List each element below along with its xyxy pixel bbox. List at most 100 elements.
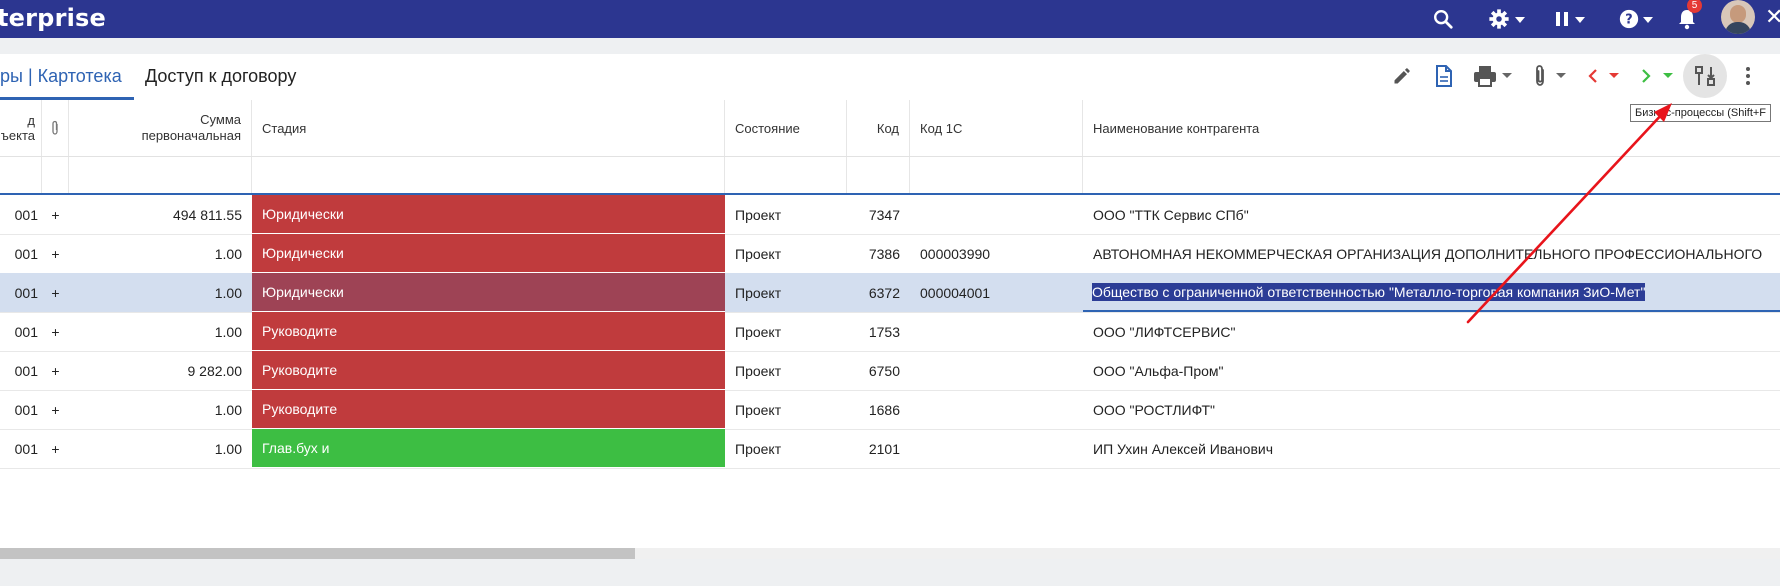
selected-text[interactable]: Общество с ограниченной ответственностью… xyxy=(1092,282,1646,301)
filter-cell[interactable] xyxy=(69,157,252,193)
cell-id: 001 xyxy=(14,206,38,223)
prev-caret-icon[interactable] xyxy=(1609,73,1619,78)
cell-code1c: 000003990 xyxy=(920,245,991,262)
cell-code1c xyxy=(910,312,1083,351)
column-header-code[interactable]: Код xyxy=(847,100,910,156)
svg-text:?: ? xyxy=(1625,13,1632,28)
top-app-bar: terprise ? 5 ✕ xyxy=(0,0,1780,38)
attach-button[interactable] xyxy=(1527,54,1553,98)
table-row[interactable]: 001 + 9 282.00 Руководите Проект 6750 ОО… xyxy=(0,351,1780,391)
filter-cell[interactable] xyxy=(0,157,42,193)
search-button[interactable] xyxy=(1428,0,1458,38)
filter-cell[interactable] xyxy=(252,157,725,193)
cell-sum: 1.00 xyxy=(214,245,242,262)
filter-cell[interactable] xyxy=(42,157,69,193)
edit-button[interactable] xyxy=(1389,54,1415,98)
footer-spacer xyxy=(0,559,1780,586)
table-row[interactable]: 001 + 1.00 Юридически Проект 7386 000003… xyxy=(0,234,1780,274)
cell-code1c xyxy=(910,429,1083,468)
filter-cell[interactable] xyxy=(1083,157,1780,193)
horizontal-scrollbar[interactable] xyxy=(0,548,1780,559)
table-row[interactable]: 001 + 1.00 Руководите Проект 1753 ООО "Л… xyxy=(0,312,1780,352)
toolbar-spacer xyxy=(0,38,1780,54)
brand-logo: terprise xyxy=(0,4,106,32)
cell-code1c xyxy=(910,195,1083,234)
help-caret-icon[interactable] xyxy=(1643,17,1653,23)
business-processes-button[interactable] xyxy=(1683,54,1727,98)
cell-stage: Юридически xyxy=(252,195,725,234)
cell-id: 001 xyxy=(14,323,38,340)
column-header-state[interactable]: Состояние xyxy=(725,100,847,156)
cell-id: 001 xyxy=(14,401,38,418)
pause-caret-icon[interactable] xyxy=(1575,17,1585,23)
filter-cell[interactable] xyxy=(725,157,847,193)
cell-attachment: + xyxy=(51,245,60,262)
more-button[interactable] xyxy=(1738,54,1758,98)
table-row-selected[interactable]: 001 + 1.00 Юридически Проект 6372 000004… xyxy=(0,273,1780,313)
help-button[interactable]: ? xyxy=(1616,0,1642,38)
cell-counterparty: ООО "ТТК Сервис СПб" xyxy=(1093,206,1249,223)
cell-code: 6372 xyxy=(868,284,900,301)
attach-caret-icon[interactable] xyxy=(1556,73,1566,78)
cell-state: Проект xyxy=(735,362,782,379)
prev-button[interactable] xyxy=(1584,54,1602,98)
column-header-stage[interactable]: Стадия xyxy=(252,100,725,156)
scrollbar-thumb[interactable] xyxy=(0,548,635,559)
next-caret-icon[interactable] xyxy=(1663,73,1673,78)
cell-state: Проект xyxy=(735,323,782,340)
next-button[interactable] xyxy=(1637,54,1655,98)
cell-stage: Юридически xyxy=(252,273,725,312)
flowchart-icon xyxy=(1695,66,1715,86)
pause-button[interactable] xyxy=(1552,0,1572,38)
more-vertical-icon xyxy=(1746,67,1750,85)
cell-state: Проект xyxy=(735,245,782,262)
cell-code1c: 000004001 xyxy=(920,284,991,301)
settings-button[interactable] xyxy=(1484,0,1514,38)
table-row[interactable]: 001 + 1.00 Глав.бух и Проект 2101 ИП Ухи… xyxy=(0,429,1780,469)
cell-counterparty: ИП Ухин Алексей Иванович xyxy=(1093,440,1273,457)
column-header-sum[interactable]: Сумма первоначальная xyxy=(69,100,252,156)
filter-cell[interactable] xyxy=(910,157,1083,193)
cell-counterparty: ООО "РОСТЛИФТ" xyxy=(1093,401,1215,418)
printer-icon xyxy=(1474,66,1496,87)
grid-header: д ъекта Сумма первоначальная Стадия Сост… xyxy=(0,100,1780,157)
cell-state: Проект xyxy=(735,206,782,223)
cell-sum: 1.00 xyxy=(214,323,242,340)
cell-stage: Руководите xyxy=(252,312,725,351)
cell-counterparty: ООО "Альфа-Пром" xyxy=(1093,362,1224,379)
column-header-code1c[interactable]: Код 1С xyxy=(910,100,1083,156)
cell-counterparty: АВТОНОМНАЯ НЕКОММЕРЧЕСКАЯ ОРГАНИЗАЦИЯ ДО… xyxy=(1093,245,1763,262)
chevron-left-icon xyxy=(1588,69,1597,83)
document-button[interactable] xyxy=(1431,54,1457,98)
cell-id: 001 xyxy=(14,440,38,457)
table-row[interactable]: 001 + 1.00 Руководите Проект 1686 ООО "Р… xyxy=(0,390,1780,430)
print-caret-icon[interactable] xyxy=(1502,73,1512,78)
cell-code1c xyxy=(910,390,1083,429)
column-header-attachment[interactable] xyxy=(42,100,69,156)
cell-code: 7347 xyxy=(868,206,900,223)
table-row[interactable]: 001 + 494 811.55 Юридически Проект 7347 … xyxy=(0,195,1780,235)
cell-attachment: + xyxy=(51,206,60,223)
tab-contract-access[interactable]: Доступ к договору xyxy=(145,66,296,87)
cell-stage: Юридически xyxy=(252,234,725,273)
cell-counterparty[interactable]: Общество с ограниченной ответственностью… xyxy=(1083,273,1780,312)
cell-state: Проект xyxy=(735,284,782,301)
cell-attachment: + xyxy=(51,440,60,457)
cell-sum: 1.00 xyxy=(214,440,242,457)
business-processes-tooltip: Бизнес-процессы (Shift+F xyxy=(1630,104,1772,122)
cell-code1c xyxy=(910,351,1083,390)
column-header-id[interactable]: д ъекта xyxy=(0,100,42,156)
cell-sum: 9 282.00 xyxy=(187,362,243,379)
close-icon[interactable]: ✕ xyxy=(1765,4,1780,30)
cell-attachment: + xyxy=(51,362,60,379)
pencil-icon xyxy=(1394,68,1410,84)
cell-stage: Глав.бух и xyxy=(252,429,725,468)
cell-id: 001 xyxy=(14,362,38,379)
tab-kartoteka[interactable]: ры | Картотека xyxy=(0,66,122,87)
cell-code: 1686 xyxy=(868,401,900,418)
filter-cell[interactable] xyxy=(847,157,910,193)
user-avatar[interactable] xyxy=(1721,0,1755,34)
search-icon xyxy=(1434,10,1453,29)
settings-caret-icon[interactable] xyxy=(1515,17,1525,23)
print-button[interactable] xyxy=(1471,54,1499,98)
